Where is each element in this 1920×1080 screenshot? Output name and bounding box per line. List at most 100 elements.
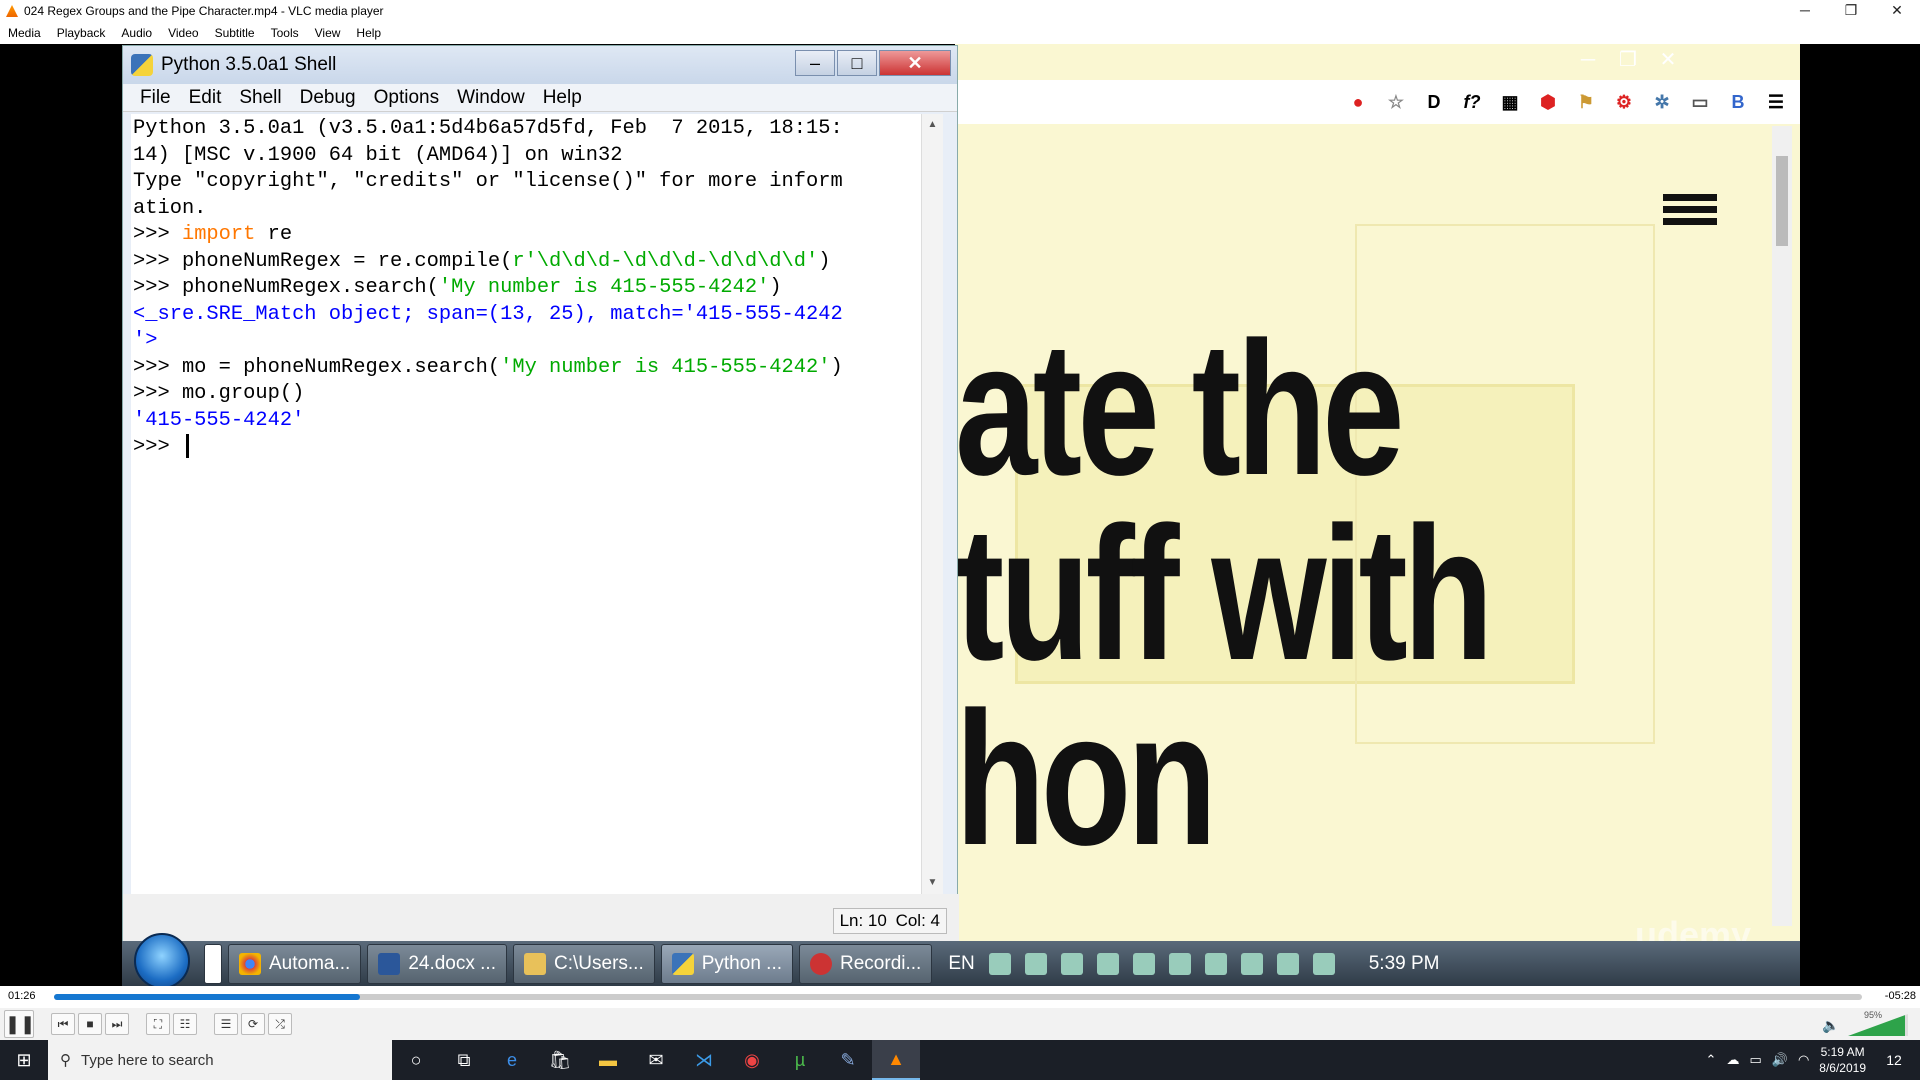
- loop-button[interactable]: ⟳: [241, 1013, 265, 1035]
- bookmark-star-icon[interactable]: ☆: [1380, 88, 1412, 116]
- windows-orb-icon[interactable]: [134, 933, 190, 986]
- menu-subtitle[interactable]: Subtitle: [207, 26, 263, 40]
- menu-view[interactable]: View: [307, 26, 349, 40]
- idle-close-button[interactable]: ✕: [879, 50, 951, 76]
- help-tray-icon[interactable]: [988, 953, 1011, 975]
- fullscreen-button[interactable]: ⛶: [146, 1013, 170, 1035]
- stop-button[interactable]: ■: [78, 1013, 102, 1035]
- idle-menu-options[interactable]: Options: [365, 87, 448, 109]
- shell-text-area[interactable]: Python 3.5.0a1 (v3.5.0a1:5d4b6a57d5fd, F…: [131, 114, 943, 894]
- task-chrome[interactable]: Automa...: [228, 944, 362, 984]
- extension-flag-icon[interactable]: ⚑: [1570, 88, 1602, 116]
- scroll-up-icon[interactable]: ▲: [922, 114, 943, 136]
- onedrive-icon[interactable]: ☁: [1726, 1052, 1739, 1068]
- browser-close-icon[interactable]: ✕: [1650, 48, 1686, 74]
- store-icon[interactable]: 🛍: [536, 1040, 584, 1080]
- menu-audio[interactable]: Audio: [113, 26, 160, 40]
- maximize-button[interactable]: ❐: [1828, 0, 1874, 22]
- extension-d-icon[interactable]: D: [1418, 88, 1450, 116]
- file-explorer-icon[interactable]: ▬: [584, 1040, 632, 1080]
- folder-icon: [524, 953, 546, 975]
- extension-f-icon[interactable]: f?: [1456, 88, 1488, 116]
- idle-menu-window[interactable]: Window: [448, 87, 534, 109]
- app-tray-icon[interactable]: [1204, 953, 1227, 975]
- check-tray-icon[interactable]: [1168, 953, 1191, 975]
- pause-button[interactable]: ❚❚: [4, 1010, 35, 1038]
- steam-tray-icon[interactable]: [1024, 953, 1047, 975]
- volume-control[interactable]: 🔈 95%: [1822, 1010, 1912, 1038]
- scroll-thumb[interactable]: [1776, 156, 1788, 246]
- menu-playback[interactable]: Playback: [49, 26, 114, 40]
- extended-settings-button[interactable]: ☷: [173, 1013, 197, 1035]
- shuffle-button[interactable]: ⤮: [268, 1013, 292, 1035]
- task-python[interactable]: Python ...: [660, 944, 794, 984]
- taskbar-search[interactable]: ⚲ Type here to search: [48, 1040, 392, 1080]
- console-line: >>> phoneNumRegex = re.compile(r'\d\d\d-…: [133, 249, 831, 273]
- extension-b-icon[interactable]: B: [1722, 88, 1754, 116]
- adblock-icon[interactable]: ⬢: [1532, 88, 1564, 116]
- idle-minimize-button[interactable]: ‒: [795, 50, 835, 76]
- signal-tray-icon[interactable]: [1276, 953, 1299, 975]
- system-clock[interactable]: 5:19 AM 8/6/2019: [1819, 1044, 1866, 1076]
- chrome-taskbar-icon[interactable]: ◉: [728, 1040, 776, 1080]
- language-indicator[interactable]: EN: [948, 953, 974, 975]
- previous-button[interactable]: ⏮: [51, 1013, 75, 1035]
- battery-icon[interactable]: ▭: [1749, 1052, 1761, 1068]
- stop-icon[interactable]: ●: [1342, 88, 1374, 116]
- extension-calendar-icon[interactable]: ▦: [1494, 88, 1526, 116]
- task-word[interactable]: 24.docx ...: [367, 944, 507, 984]
- bluetooth-tray-icon[interactable]: [1240, 953, 1263, 975]
- browser-menu-icon[interactable]: ☰: [1760, 88, 1792, 116]
- windows-start-icon[interactable]: ⊞: [0, 1040, 48, 1080]
- speaker-icon[interactable]: 🔈: [1822, 1017, 1839, 1034]
- video-frame[interactable]: ate the tuff with hon udemy ─ ❐ ✕ ● ☆ D …: [0, 44, 1920, 986]
- menu-help[interactable]: Help: [348, 26, 389, 40]
- scroll-down-icon[interactable]: ▼: [922, 872, 943, 894]
- shell-scrollbar[interactable]: ▲ ▼: [921, 114, 943, 894]
- task-recorder[interactable]: Recordi...: [799, 944, 933, 984]
- utorrent-icon[interactable]: µ: [776, 1040, 824, 1080]
- task-calendar-icon[interactable]: [204, 944, 222, 984]
- task-view-icon[interactable]: ⧉: [440, 1040, 488, 1080]
- close-button[interactable]: ✕: [1874, 0, 1920, 22]
- windows-taskbar: ⊞ ⚲ Type here to search ○ ⧉ e 🛍 ▬ ✉ ⋊ ◉ …: [0, 1040, 1920, 1080]
- browser-restore-icon[interactable]: ❐: [1610, 48, 1646, 74]
- volume-icon[interactable]: 🔊: [1772, 1052, 1788, 1068]
- vlc-taskbar-icon[interactable]: ▲: [872, 1040, 920, 1080]
- playlist-button[interactable]: ☰: [214, 1013, 238, 1035]
- network-tray-icon[interactable]: [1132, 953, 1155, 975]
- browser-extensions-toolbar: ● ☆ D f? ▦ ⬢ ⚑ ⚙ ✲ ▭ B ☰: [955, 80, 1800, 124]
- idle-menu-file[interactable]: File: [131, 87, 180, 109]
- tray-chevron-icon[interactable]: ⌃: [1706, 1052, 1717, 1068]
- extension-network-icon[interactable]: ✲: [1646, 88, 1678, 116]
- cast-icon[interactable]: ▭: [1684, 88, 1716, 116]
- slide-line-1: ate the: [955, 303, 1405, 515]
- extension-gear-icon[interactable]: ⚙: [1608, 88, 1640, 116]
- idle-maximize-button[interactable]: □: [837, 50, 877, 76]
- mail-icon[interactable]: ✉: [632, 1040, 680, 1080]
- console-output[interactable]: Python 3.5.0a1 (v3.5.0a1:5d4b6a57d5fd, F…: [133, 116, 913, 461]
- minimize-button[interactable]: ─: [1782, 0, 1828, 22]
- vscode-icon[interactable]: ⋊: [680, 1040, 728, 1080]
- idle-menu-help[interactable]: Help: [534, 87, 591, 109]
- notification-center-icon[interactable]: 12: [1876, 1040, 1912, 1080]
- browser-minimize-icon[interactable]: ─: [1570, 48, 1606, 74]
- console-line: '415-555-4242': [133, 408, 305, 432]
- browser-scrollbar[interactable]: [1772, 126, 1792, 926]
- seek-slider[interactable]: [54, 994, 1862, 1000]
- menu-video[interactable]: Video: [160, 26, 206, 40]
- edge-icon[interactable]: e: [488, 1040, 536, 1080]
- idle-menu-edit[interactable]: Edit: [180, 87, 231, 109]
- grid-tray-icon[interactable]: [1060, 953, 1083, 975]
- cortana-icon[interactable]: ○: [392, 1040, 440, 1080]
- idle-menu-shell[interactable]: Shell: [230, 87, 290, 109]
- next-button[interactable]: ⏭: [105, 1013, 129, 1035]
- idle-menu-debug[interactable]: Debug: [291, 87, 365, 109]
- notes-tray-icon[interactable]: [1096, 953, 1119, 975]
- snip-icon[interactable]: ✎: [824, 1040, 872, 1080]
- volume-tray-icon[interactable]: [1312, 953, 1335, 975]
- menu-tools[interactable]: Tools: [263, 26, 307, 40]
- menu-media[interactable]: Media: [0, 26, 49, 40]
- task-explorer[interactable]: C:\Users...: [513, 944, 655, 984]
- wifi-icon[interactable]: ◠: [1798, 1052, 1809, 1068]
